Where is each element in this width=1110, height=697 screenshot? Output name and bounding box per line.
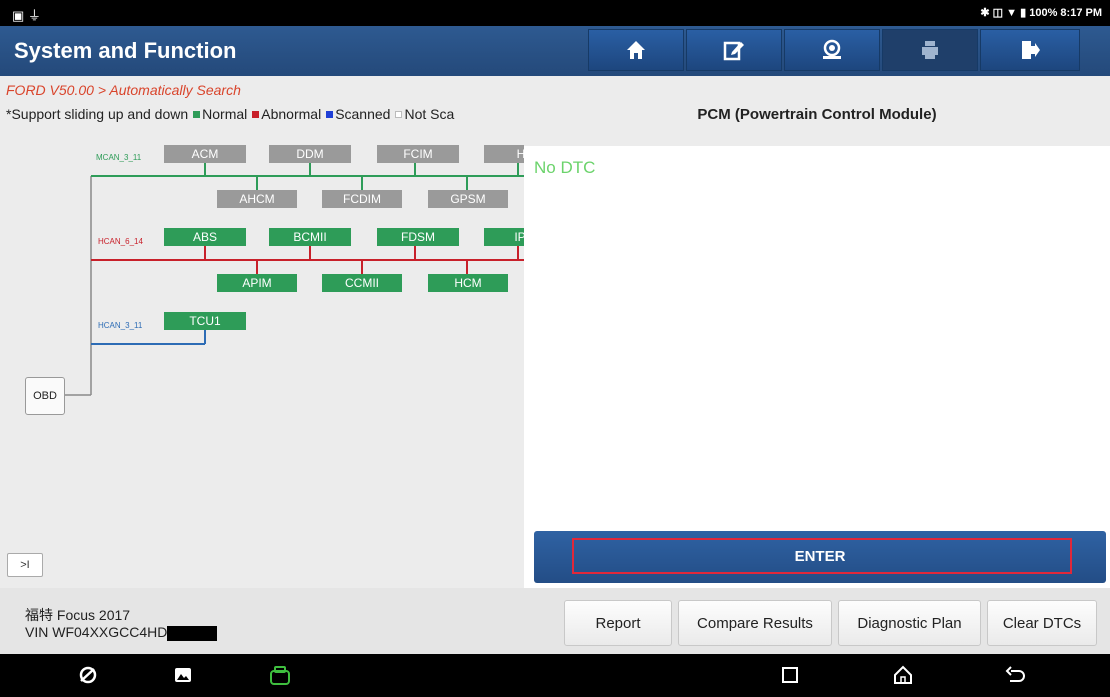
app-header: System and Function — [0, 26, 1110, 76]
gallery-icon[interactable] — [173, 665, 193, 685]
home-button[interactable] — [588, 29, 684, 71]
vci-icon[interactable] — [268, 665, 292, 687]
dtc-status: No DTC — [534, 158, 596, 177]
exit-icon — [1022, 41, 1040, 59]
recent-apps-icon[interactable] — [780, 665, 800, 685]
module-fcdim[interactable]: FCDIM — [322, 190, 402, 208]
module-gpsm[interactable]: GPSM — [428, 190, 508, 208]
battery-level: 100% — [1029, 7, 1058, 19]
vehicle-name: 福特 Focus 2017 — [25, 607, 131, 623]
module-apim[interactable]: APIM — [217, 274, 297, 292]
module-ddm[interactable]: DDM — [269, 145, 351, 163]
status-right: ✱ ◫ ▼ ▮ 100% 8:17 PM — [980, 6, 1102, 19]
notification-icons: ▣ ⏚ — [12, 8, 41, 23]
module-tcu1[interactable]: TCU1 — [164, 312, 246, 330]
status-bar: ▣ ⏚ ✱ ◫ ▼ ▮ 100% 8:17 PM — [0, 0, 1110, 26]
module-ahcm[interactable]: AHCM — [217, 190, 297, 208]
support-icon — [823, 39, 841, 59]
module-hcm[interactable]: HCM — [428, 274, 508, 292]
module-abs[interactable]: ABS — [164, 228, 246, 246]
wifi-icon: ▼ — [1006, 7, 1018, 19]
module-title-bar: PCM (Powertrain Control Module) — [524, 76, 1110, 146]
diagnostic-plan-button[interactable]: Diagnostic Plan — [838, 600, 981, 646]
topology-panel[interactable]: FORD V50.00 > Automatically Search *Supp… — [0, 76, 524, 588]
bluetooth-icon: ✱ — [980, 7, 990, 19]
print-button[interactable] — [882, 29, 978, 71]
battery-icon: ▮ — [1020, 7, 1027, 19]
home-nav-icon[interactable] — [892, 665, 914, 685]
report-button[interactable]: Report — [564, 600, 672, 646]
vin-redaction — [167, 625, 218, 641]
module-bcmii[interactable]: BCMII — [269, 228, 351, 246]
vin-line: VIN WF04XXGCC4HD — [25, 624, 218, 641]
bottom-bar: 福特 Focus 2017 VIN WF04XXGCC4HD Report Co… — [0, 588, 1110, 654]
bus-label-mcan: MCAN_3_11 — [96, 153, 142, 162]
module-acm[interactable]: ACM — [164, 145, 246, 163]
compare-results-button[interactable]: Compare Results — [678, 600, 832, 646]
page-title: System and Function — [14, 38, 237, 63]
printer-icon — [922, 41, 938, 59]
remote-support-button[interactable] — [784, 29, 880, 71]
edit-icon — [723, 41, 744, 61]
enter-button[interactable]: ENTER — [534, 531, 1106, 583]
collapse-panel-button[interactable]: >I — [7, 553, 43, 577]
enter-label: ENTER — [794, 548, 846, 565]
module-ccmii[interactable]: CCMII — [322, 274, 402, 292]
vibrate-icon: ◫ — [992, 7, 1004, 19]
module-detail-panel: PCM (Powertrain Control Module) No DTC E… — [524, 76, 1110, 588]
bus-label-hcan6: HCAN_6_14 — [98, 237, 143, 246]
android-nav-bar — [0, 654, 1110, 697]
bus-label-hcan3: HCAN_3_11 — [98, 321, 143, 330]
vin-text: VIN WF04XXGCC4HD — [25, 624, 168, 640]
module-fdsm[interactable]: FDSM — [377, 228, 459, 246]
obd-node: OBD — [25, 377, 65, 415]
notes-button[interactable] — [686, 29, 782, 71]
home-icon — [627, 41, 645, 59]
exit-button[interactable] — [980, 29, 1080, 71]
clear-dtcs-button[interactable]: Clear DTCs — [987, 600, 1097, 646]
module-title: PCM (Powertrain Control Module) — [697, 106, 937, 123]
back-icon[interactable] — [1005, 665, 1027, 685]
browser-icon[interactable] — [78, 665, 98, 685]
clock: 8:17 PM — [1060, 7, 1102, 19]
module-ipm[interactable]: IPM — [484, 228, 524, 246]
module-hv[interactable]: HV — [484, 145, 524, 163]
module-fcim[interactable]: FCIM — [377, 145, 459, 163]
